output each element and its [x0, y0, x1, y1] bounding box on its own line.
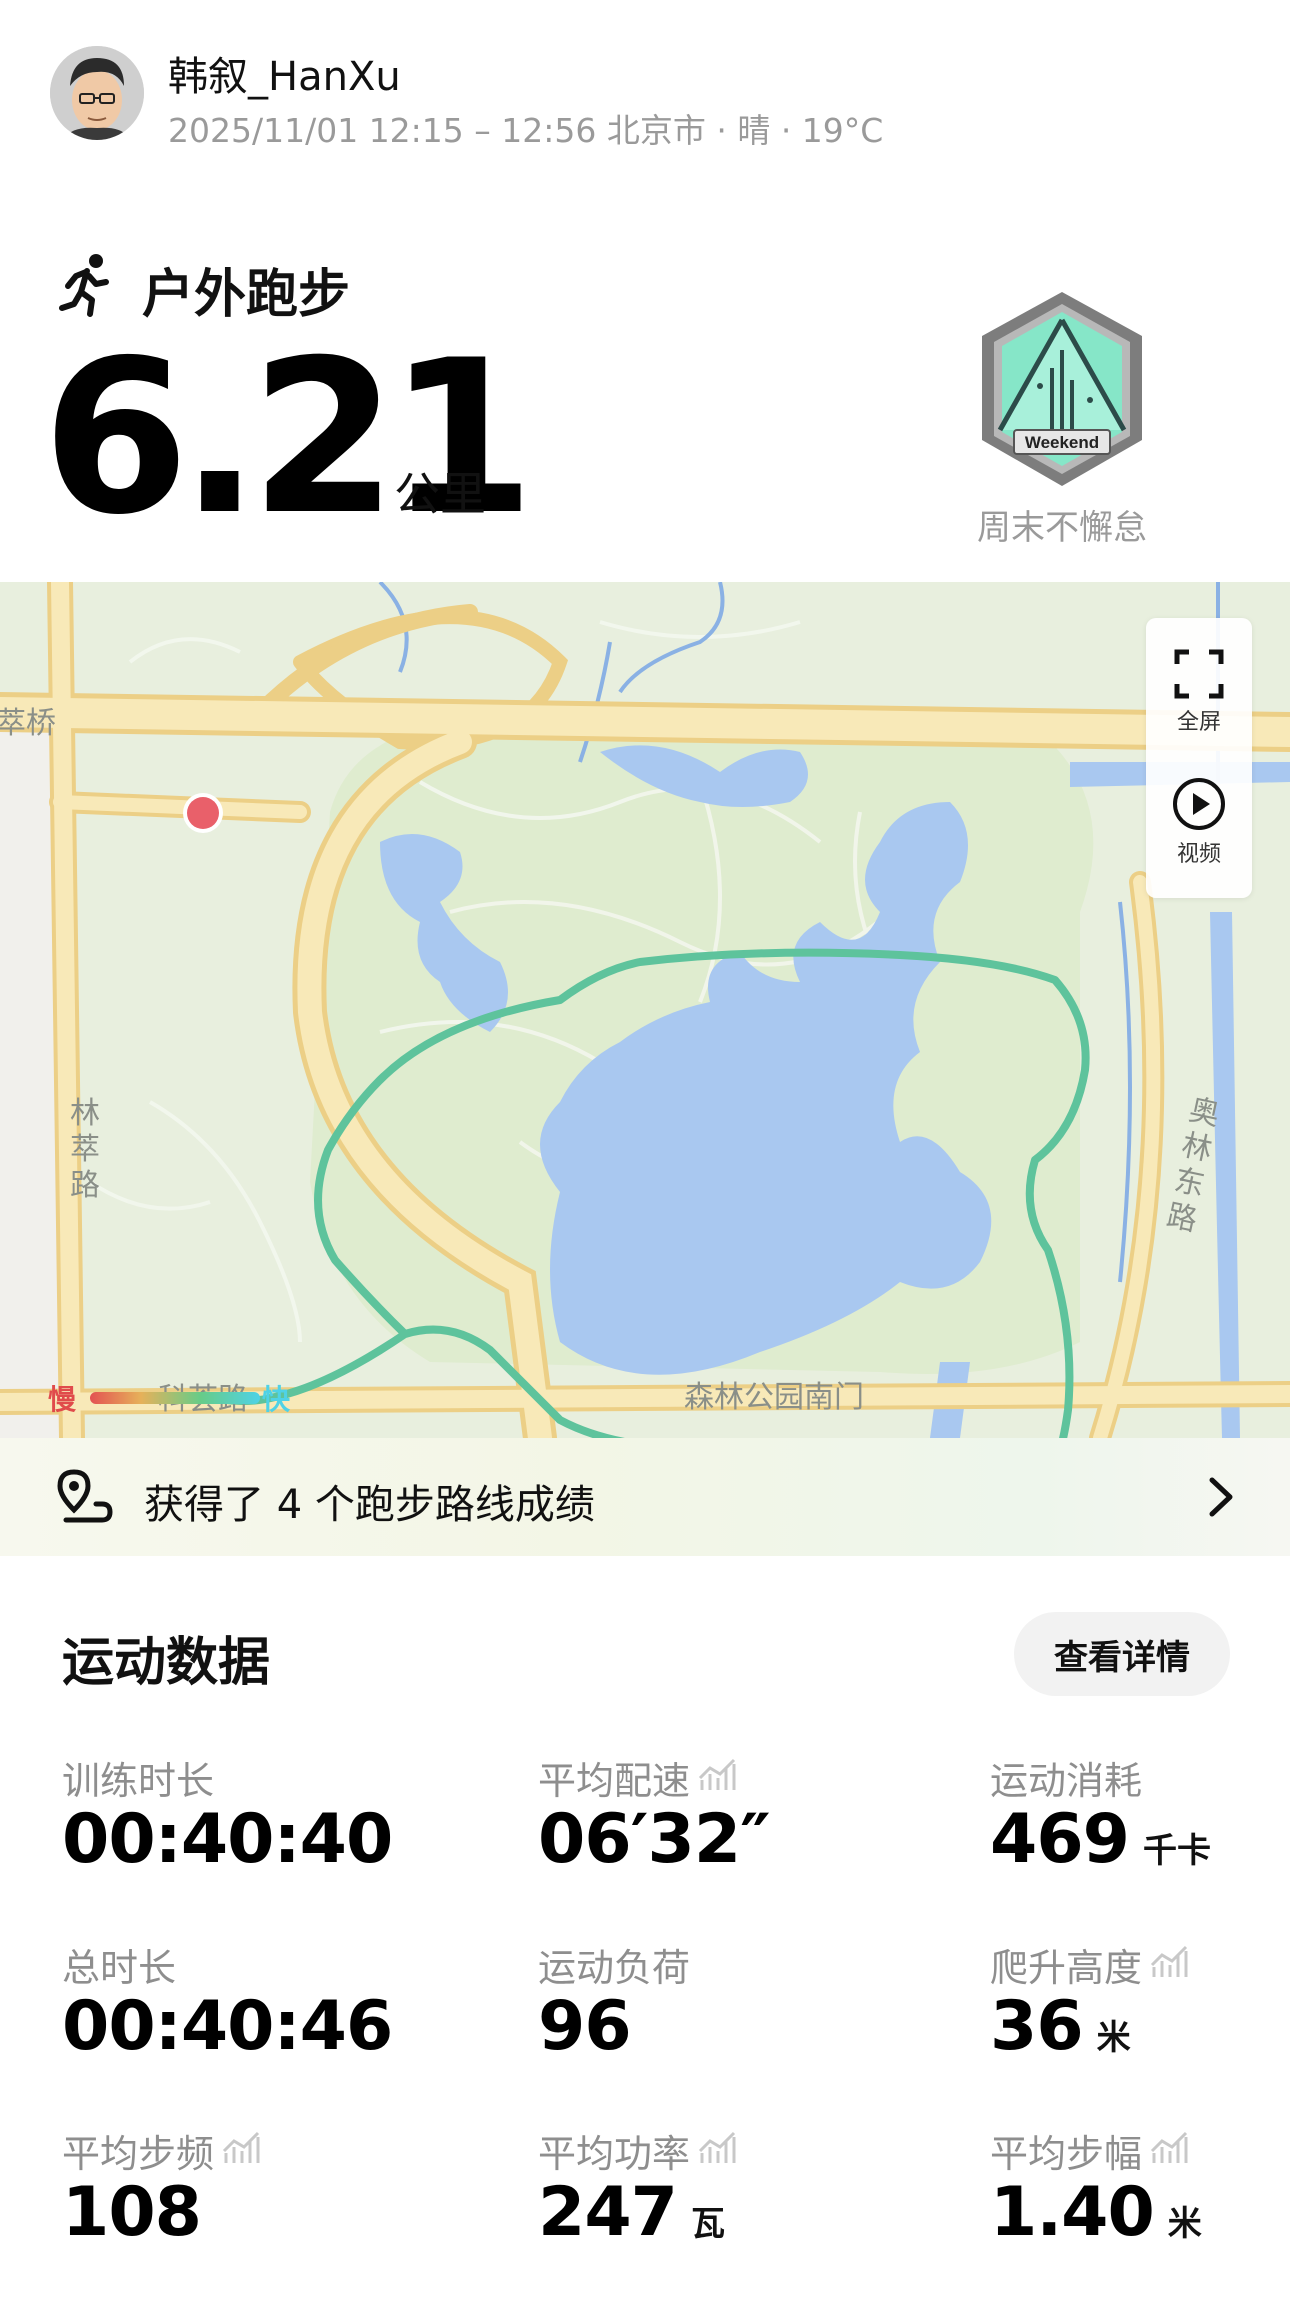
stat-value: 108 — [62, 2173, 202, 2252]
stat-number: 00:40:46 — [62, 1987, 393, 2066]
badge-text: Weekend — [1025, 433, 1099, 452]
stat-label: 爬升高度 — [990, 1946, 1143, 1990]
pace-legend-slow: 慢 — [48, 1383, 77, 1416]
stat-value: 247 瓦 — [538, 2173, 725, 2252]
stat-label: 总时长 — [62, 1946, 177, 1990]
stat-item: 平均功率 247 瓦 — [538, 2123, 938, 2263]
stat-number: 469 — [990, 1800, 1130, 1879]
play-icon — [1173, 778, 1225, 830]
stat-number: 96 — [538, 1987, 632, 2066]
section-title-workout-data: 运动数据 — [62, 1633, 271, 1693]
stat-unit: 米 — [1167, 2204, 1202, 2244]
activity-time-location-weather: 2025/11/01 12:15 – 12:56 北京市 · 晴 · 19°C — [168, 111, 884, 150]
username: 韩叙_HanXu — [168, 54, 401, 100]
stat-value: 1.40 米 — [990, 2173, 1202, 2252]
stat-value: 96 — [538, 1987, 632, 2066]
video-label: 视频 — [1176, 842, 1221, 867]
running-icon — [59, 254, 109, 317]
map-label-cuiqiao: 萃桥 — [0, 706, 56, 741]
stat-label: 平均配速 — [538, 1759, 691, 1803]
view-details-button[interactable]: 查看详情 — [1014, 1612, 1230, 1696]
stat-label: 运动负荷 — [538, 1946, 691, 1990]
stat-value: 06′32″ — [538, 1800, 771, 1879]
stat-item: 平均步频 108 — [62, 2123, 462, 2263]
stat-number: 00:40:40 — [62, 1800, 393, 1879]
stat-number: 108 — [62, 2173, 202, 2252]
fullscreen-button[interactable]: 全屏 — [1146, 648, 1252, 736]
map-toolbar: 全屏 视频 — [1146, 618, 1252, 898]
map-background — [0, 582, 1290, 1438]
achievement-text: 获得了 4 个跑步路线成绩 — [144, 1482, 595, 1528]
stat-label: 训练时长 — [62, 1759, 215, 1803]
route-pin-icon — [57, 1469, 113, 1523]
stat-value: 00:40:40 — [62, 1800, 393, 1879]
stat-value: 36 米 — [990, 1987, 1131, 2066]
stat-unit: 瓦 — [690, 2204, 725, 2244]
activity-header: 韩叙_HanXu 2025/11/01 12:15 – 12:56 北京市 · … — [0, 0, 1290, 180]
stat-number: 36 — [990, 1987, 1084, 2066]
stat-value: 00:40:46 — [62, 1987, 393, 2066]
stat-item: 运动负荷 96 — [538, 1937, 938, 2077]
map-label-south-gate: 森林公园南门 — [684, 1380, 864, 1415]
weekend-medal-badge[interactable]: Weekend — [974, 290, 1150, 490]
stat-item: 平均步幅 1.40 米 — [990, 2123, 1290, 2263]
route-map[interactable]: 萃桥 林萃路 科荟路 奥林东路 森林公园南门 全屏 视频 慢 快 — [0, 582, 1290, 1438]
trend-chart-icon[interactable] — [1150, 1945, 1190, 1979]
badge-label: 周末不懈怠 — [977, 508, 1147, 548]
fullscreen-label: 全屏 — [1176, 710, 1221, 735]
stat-item: 运动消耗 469 千卡 — [990, 1750, 1290, 1890]
video-button[interactable]: 视频 — [1146, 776, 1252, 868]
stat-number: 06′32″ — [538, 1800, 771, 1879]
distance-unit: 公里 — [394, 467, 486, 521]
stat-unit: 千卡 — [1142, 1831, 1211, 1871]
pace-legend-fast: 快 — [262, 1383, 291, 1416]
pace-gradient-bar — [90, 1392, 260, 1404]
fullscreen-icon — [1174, 649, 1224, 699]
trend-chart-icon[interactable] — [222, 2131, 262, 2165]
trend-chart-icon[interactable] — [1150, 2131, 1190, 2165]
stat-item: 平均配速 06′32″ — [538, 1750, 938, 1890]
stat-label: 平均功率 — [538, 2132, 691, 2176]
stat-item: 总时长 00:40:46 — [62, 1937, 462, 2077]
stat-label: 平均步频 — [62, 2132, 215, 2176]
map-label-lincui-road: 林萃路 — [70, 1096, 100, 1203]
stat-number: 1.40 — [990, 2173, 1155, 2252]
chevron-right-icon — [1209, 1477, 1233, 1517]
trend-chart-icon[interactable] — [698, 1758, 738, 1792]
route-achievement-banner[interactable]: 获得了 4 个跑步路线成绩 — [0, 1438, 1290, 1556]
stat-label: 运动消耗 — [990, 1759, 1143, 1803]
stat-value: 469 千卡 — [990, 1800, 1211, 1879]
stat-item: 爬升高度 36 米 — [990, 1937, 1290, 2077]
avatar[interactable] — [50, 46, 144, 140]
stat-label: 平均步幅 — [990, 2132, 1143, 2176]
stat-unit: 米 — [1096, 2018, 1131, 2058]
stat-number: 247 — [538, 2173, 678, 2252]
trend-chart-icon[interactable] — [698, 2131, 738, 2165]
stat-item: 训练时长 00:40:40 — [62, 1750, 462, 1890]
